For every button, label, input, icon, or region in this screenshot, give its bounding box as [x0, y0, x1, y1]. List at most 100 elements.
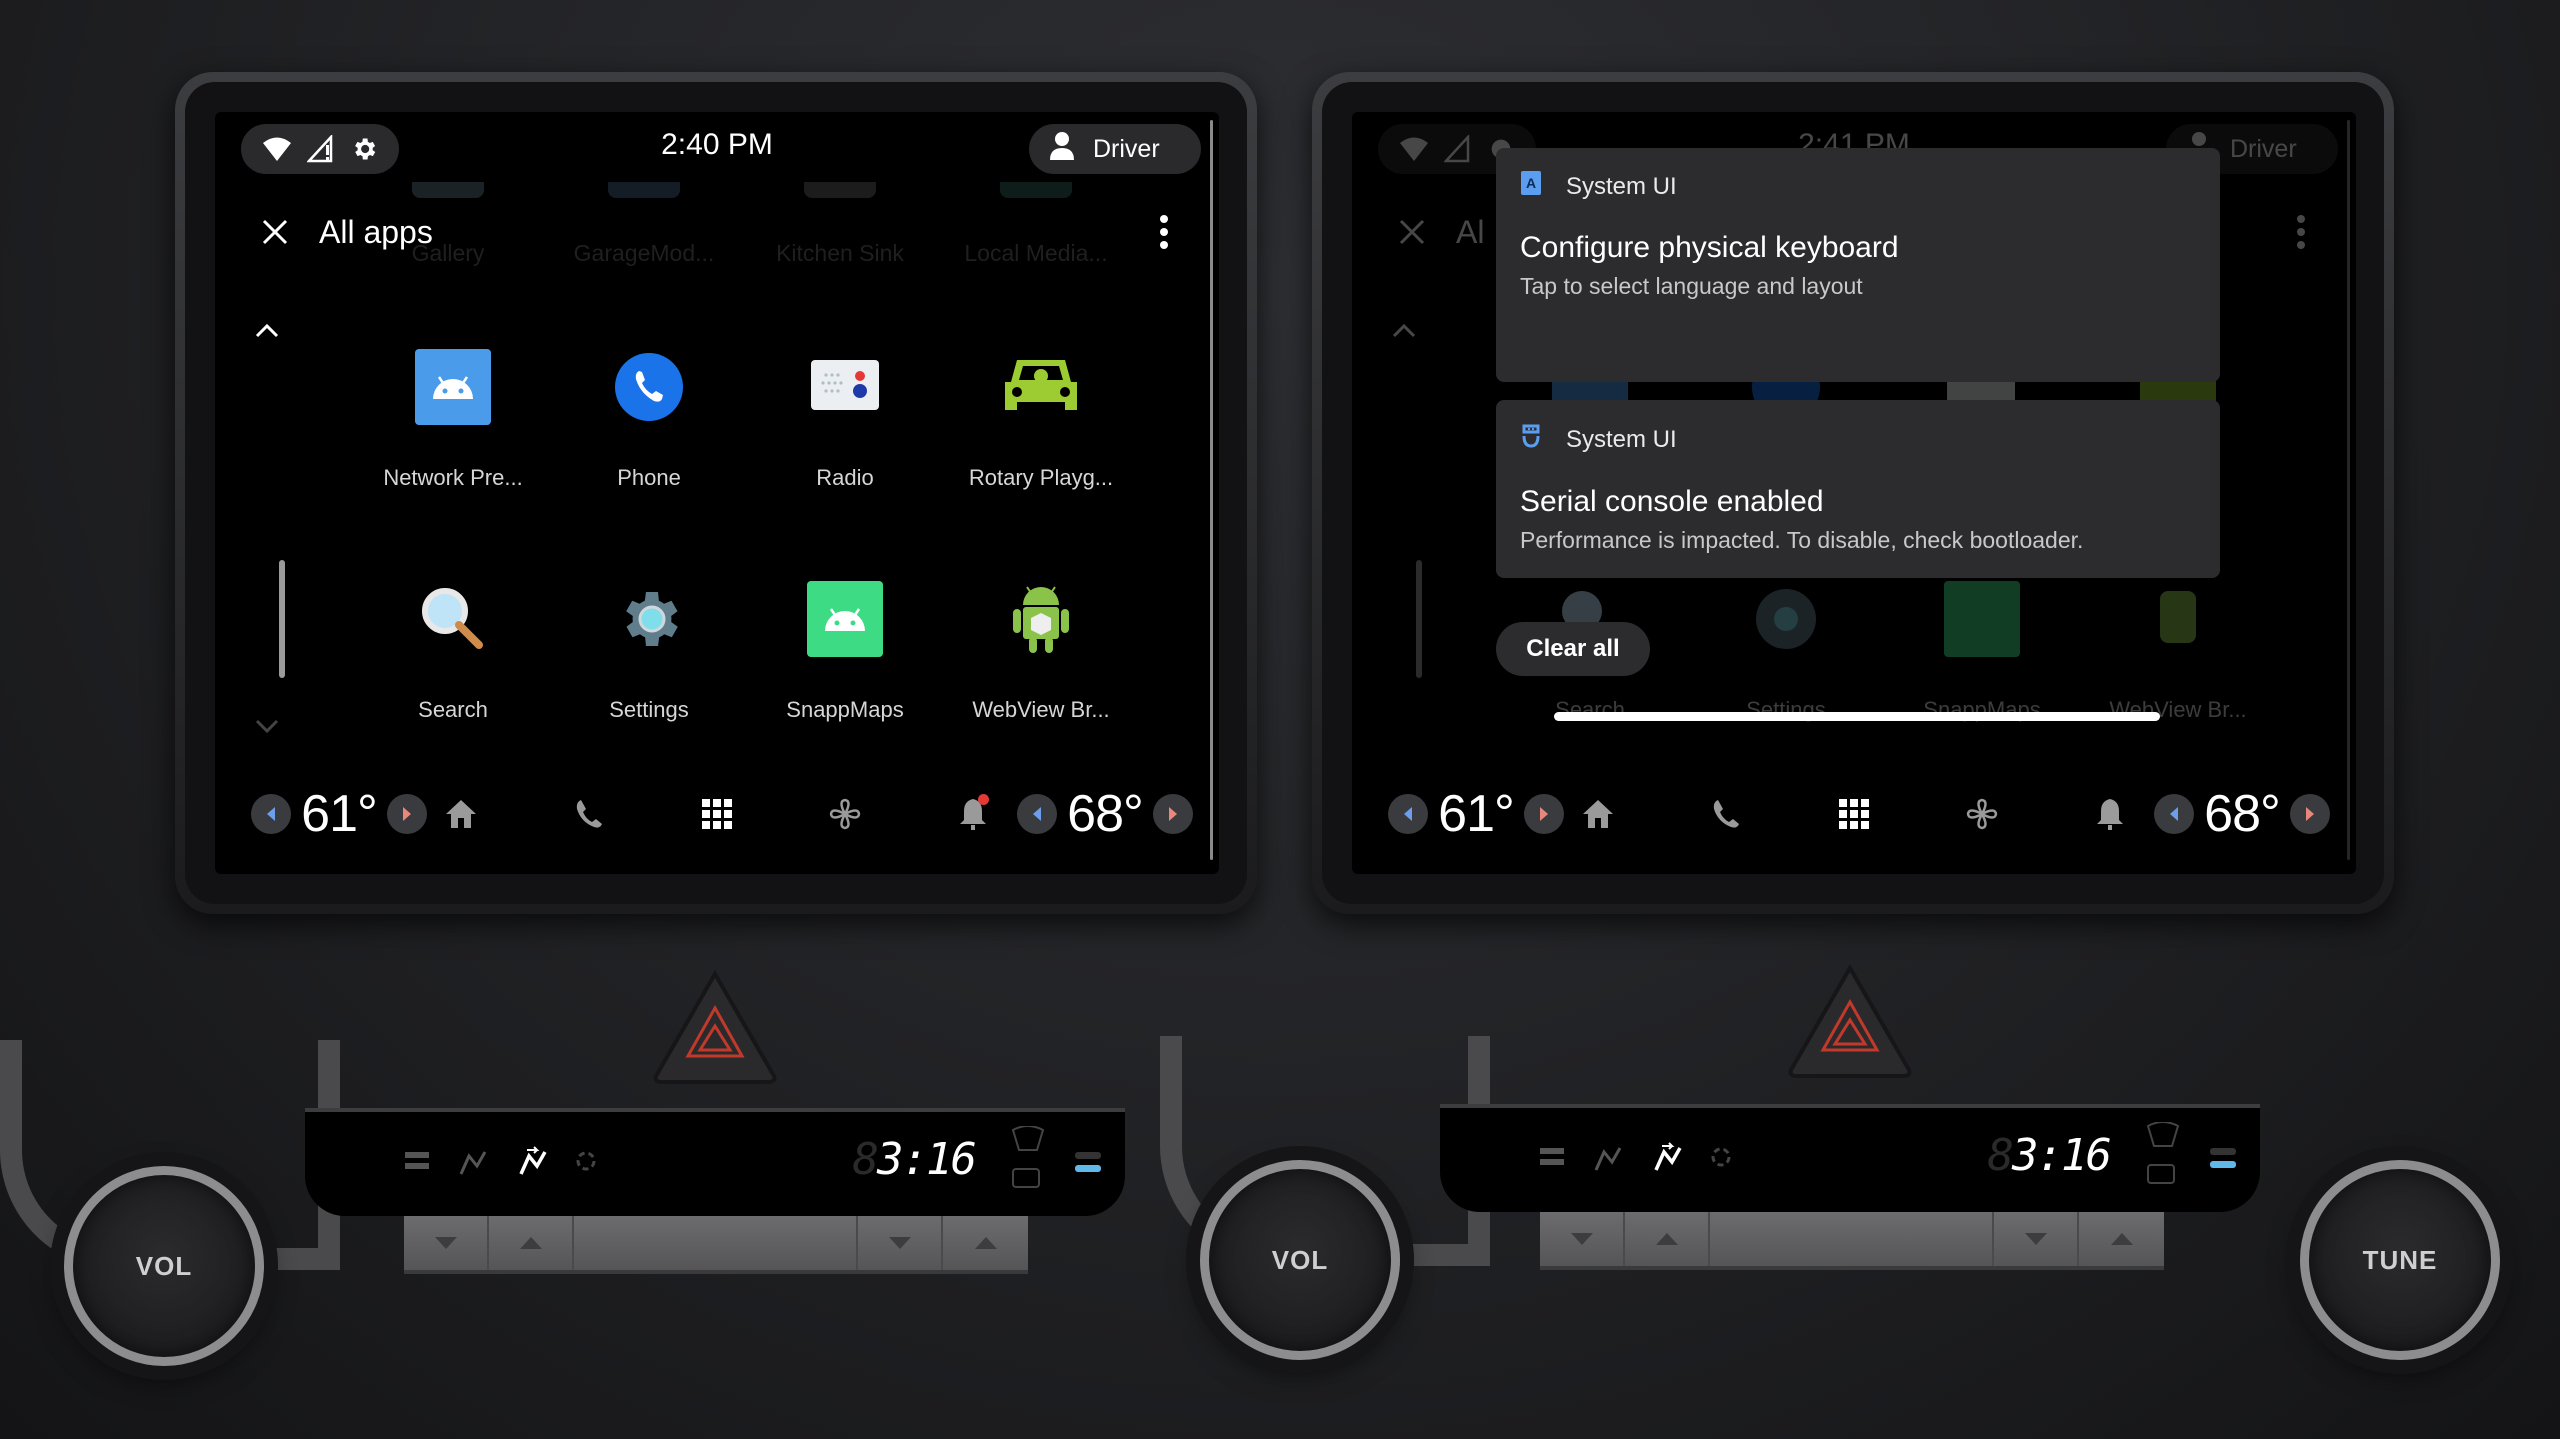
bell-icon[interactable] — [949, 790, 997, 838]
airflow-face-icon — [1650, 1142, 1684, 1177]
passenger-temperature: 68° — [1067, 785, 1144, 843]
left-display-bezel: Gallery GarageMod... Kitchen Sink Local … — [175, 72, 1257, 914]
driver-temp-up-button[interactable] — [1524, 794, 1564, 834]
home-icon[interactable] — [1574, 790, 1622, 838]
car-icon — [1001, 347, 1081, 427]
close-icon[interactable] — [255, 212, 295, 252]
tune-knob[interactable]: TUNE — [2300, 1160, 2500, 1360]
svg-text:A: A — [1526, 175, 1536, 191]
arrow-up-icon — [2110, 1233, 2133, 1245]
climate-display: 83:16 — [1440, 1104, 2260, 1212]
level-bars-icon — [405, 1150, 429, 1177]
arrow-down-icon — [434, 1237, 457, 1249]
notification-app-name: System UI — [1566, 425, 1677, 453]
magnifier-icon — [413, 579, 493, 659]
arrow-up-icon — [974, 1237, 997, 1249]
chevron-down-icon[interactable] — [253, 717, 281, 740]
volume-knob[interactable]: VOL — [64, 1166, 264, 1366]
airflow-face-icon — [515, 1146, 549, 1181]
temp-up-button[interactable] — [1625, 1212, 1710, 1266]
driver-temp-down-button[interactable] — [251, 794, 291, 834]
fan-icon[interactable] — [1958, 790, 2006, 838]
defrost-seat-icon — [1590, 1142, 1624, 1177]
app-tile[interactable]: Settings — [551, 579, 747, 811]
app-grid-icon[interactable] — [1830, 790, 1878, 838]
app-tile[interactable]: Network Pre... — [355, 347, 551, 579]
left-display: Gallery GarageMod... Kitchen Sink Local … — [215, 112, 1219, 874]
level-bars-icon — [1540, 1146, 1564, 1173]
passenger-temp-down-button[interactable] — [1017, 794, 1057, 834]
app-label: SnappMaps — [786, 697, 904, 722]
fan-down-button[interactable] — [858, 1216, 943, 1270]
bell-icon[interactable] — [2086, 790, 2134, 838]
user-profile-button[interactable]: Driver — [1029, 124, 1201, 174]
fan-icon — [1710, 1146, 1732, 1173]
level-indicator — [2210, 1148, 2236, 1168]
android-webview-icon — [1001, 579, 1081, 659]
notification-app-name: System UI — [1566, 172, 1677, 200]
fan-up-button[interactable] — [943, 1216, 1028, 1270]
system-navbar: 61° 68° — [251, 784, 1193, 844]
arrow-up-icon — [1655, 1233, 1678, 1245]
notification-list: A System UI Configure physical keyboard … — [1496, 148, 2220, 596]
app-label: Radio — [816, 465, 874, 490]
temp-down-button[interactable] — [1540, 1212, 1625, 1266]
phone-icon[interactable] — [565, 790, 613, 838]
user-label: Driver — [1093, 134, 1160, 163]
app-tile[interactable]: Radio — [747, 347, 943, 579]
app-tile[interactable]: WebView Br... — [943, 579, 1139, 811]
keyboard-a-icon: A — [1520, 170, 1542, 203]
app-tile[interactable]: SnappMaps — [747, 579, 943, 811]
app-tile[interactable]: Phone — [551, 347, 747, 579]
passenger-temp-down-button[interactable] — [2154, 794, 2194, 834]
notification-panel-handle[interactable] — [1554, 712, 2160, 721]
notification-title: Serial console enabled — [1520, 485, 1824, 518]
home-icon[interactable] — [437, 790, 485, 838]
notification-text: Tap to select language and layout — [1520, 273, 1863, 299]
android-blueprint-green-icon — [805, 579, 885, 659]
hazard-button[interactable] — [650, 968, 780, 1088]
app-label: Rotary Playg... — [968, 465, 1114, 490]
temp-up-button[interactable] — [489, 1216, 574, 1270]
page-title: All apps — [319, 213, 433, 250]
notification-badge — [978, 794, 989, 805]
person-icon — [1049, 131, 1075, 168]
climate-clock: 83:16 — [1987, 1130, 2112, 1181]
system-navbar: 61° 68° — [1388, 784, 2330, 844]
more-vert-icon[interactable] — [1149, 215, 1179, 249]
android-blueprint-blue-icon — [413, 347, 493, 427]
app-grid-icon[interactable] — [693, 790, 741, 838]
notification-card[interactable]: A System UI Configure physical keyboard … — [1496, 148, 2220, 382]
climate-center-button[interactable] — [574, 1216, 858, 1270]
rear-defrost-icon — [2146, 1163, 2180, 1194]
app-tile[interactable]: Rotary Playg... — [943, 347, 1139, 579]
climate-button-strip — [404, 1216, 1028, 1274]
climate-center-button[interactable] — [1710, 1212, 1994, 1266]
arrow-down-icon — [1570, 1233, 1593, 1245]
phone-icon[interactable] — [1702, 790, 1750, 838]
screen-edge — [1210, 120, 1213, 860]
hazard-button[interactable] — [1785, 962, 1915, 1082]
clear-all-button[interactable]: Clear all — [1496, 622, 1650, 676]
passenger-temp-up-button[interactable] — [1153, 794, 1193, 834]
temp-down-button[interactable] — [404, 1216, 489, 1270]
fan-icon[interactable] — [821, 790, 869, 838]
chevron-up-icon[interactable] — [253, 322, 281, 345]
driver-temp-up-button[interactable] — [387, 794, 427, 834]
scrollbar-thumb[interactable] — [279, 560, 285, 678]
android-debug-icon — [1520, 422, 1542, 457]
passenger-temp-up-button[interactable] — [2290, 794, 2330, 834]
app-tile[interactable]: Search — [355, 579, 551, 811]
arrow-down-icon — [2024, 1233, 2047, 1245]
fan-icon — [575, 1150, 597, 1177]
notification-card[interactable]: System UI Serial console enabled Perform… — [1496, 400, 2220, 578]
app-label: Network Pre... — [383, 465, 523, 490]
climate-display: 83:16 — [305, 1108, 1125, 1216]
driver-temperature: 61° — [1438, 785, 1515, 843]
driver-temp-down-button[interactable] — [1388, 794, 1428, 834]
fan-down-button[interactable] — [1994, 1212, 2079, 1266]
app-launcher-header: All apps — [255, 202, 1179, 262]
center-volume-knob[interactable]: VOL — [1200, 1160, 1400, 1360]
fan-up-button[interactable] — [2079, 1212, 2164, 1266]
front-defrost-icon — [2146, 1121, 2180, 1153]
